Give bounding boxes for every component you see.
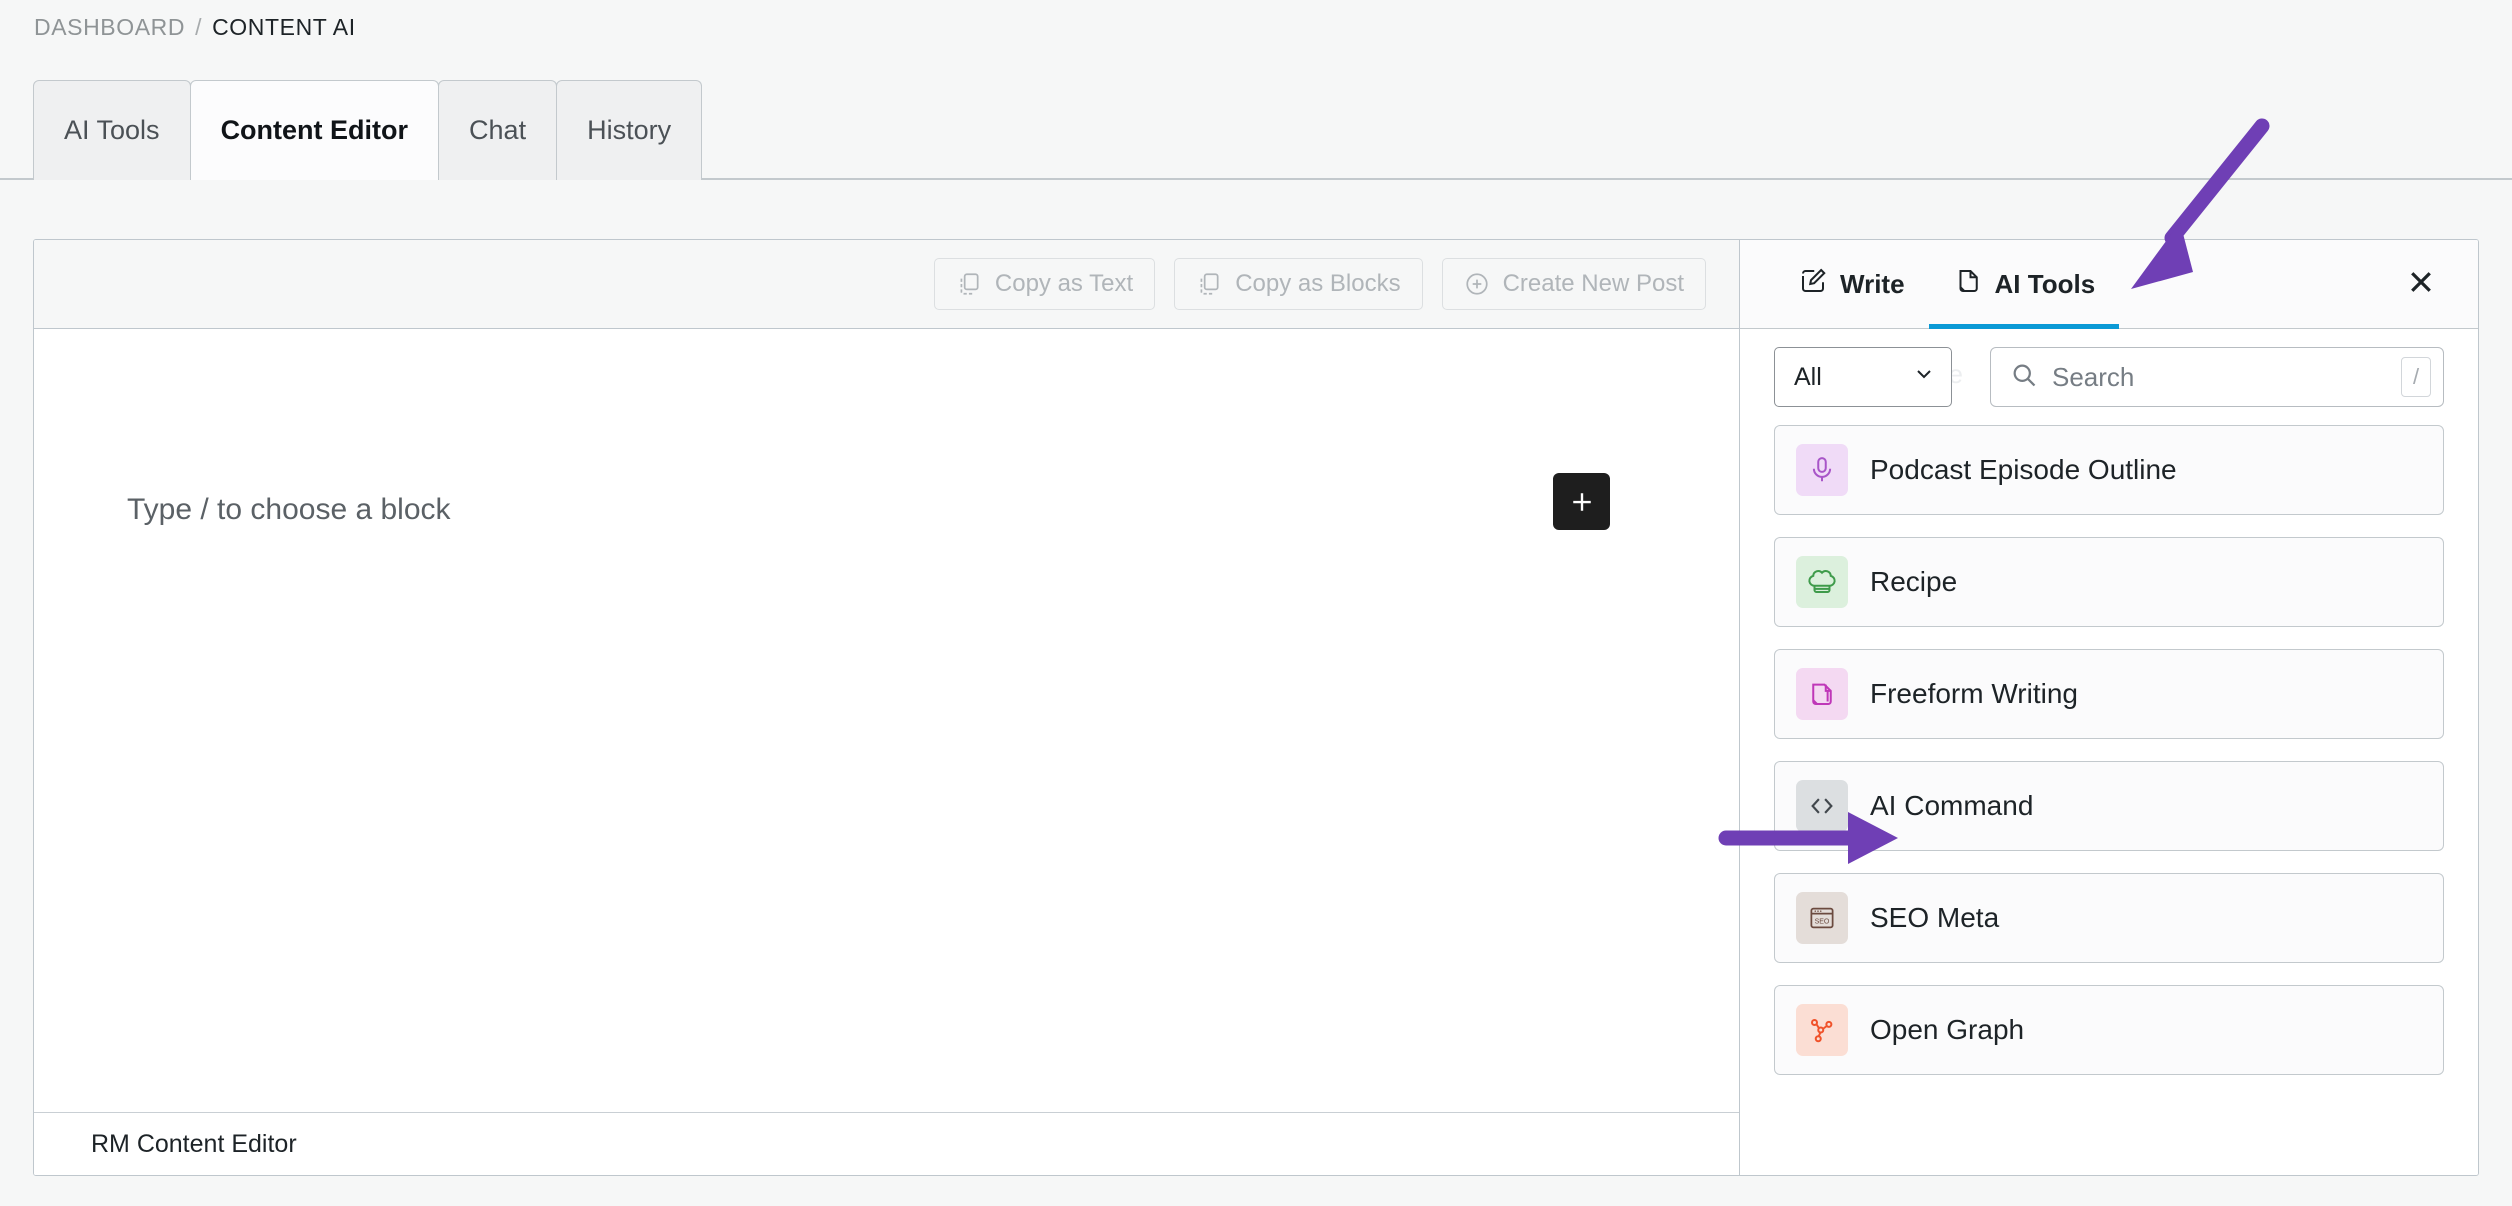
tool-list: Podcast Episode Outline Recipe Freeform … (1740, 425, 2478, 1175)
ai-panel-controls: be All / (1740, 329, 2478, 425)
main-tabstrip: AI Tools Content Editor Chat History (33, 80, 703, 180)
panel-tab-ai-tools-label: AI Tools (1994, 268, 2096, 299)
document-pen-icon (1796, 668, 1848, 720)
close-panel-button[interactable] (2394, 240, 2448, 328)
add-block-button[interactable] (1553, 473, 1610, 530)
tool-item-recipe[interactable]: Recipe (1774, 537, 2444, 627)
search-icon (2010, 361, 2038, 394)
editor-canvas[interactable]: Type / to choose a block (34, 329, 1739, 1112)
breadcrumb-separator: / (195, 14, 203, 40)
copy-icon (956, 271, 982, 297)
tab-content-editor[interactable]: Content Editor (189, 80, 440, 180)
editor-footer-label: RM Content Editor (91, 1129, 297, 1158)
copy-as-blocks-label: Copy as Blocks (1235, 270, 1401, 297)
tool-label: SEO Meta (1870, 902, 2000, 933)
tool-item-freeform-writing[interactable]: Freeform Writing (1774, 649, 2444, 739)
tool-item-podcast-episode-outline[interactable]: Podcast Episode Outline (1774, 425, 2444, 515)
content-editor-card: Copy as Text Copy as Blocks Create New P… (33, 239, 2479, 1176)
search-shortcut-badge: / (2401, 357, 2431, 397)
panel-tab-write[interactable]: Write (1774, 240, 1929, 328)
tool-type-filter[interactable]: All (1774, 347, 1952, 407)
svg-text:SEO: SEO (1815, 918, 1830, 925)
editor-toolbar: Copy as Text Copy as Blocks Create New P… (34, 240, 1739, 329)
breadcrumb-current: CONTENT AI (212, 14, 356, 40)
share-nodes-icon (1796, 1004, 1848, 1056)
tool-item-seo-meta[interactable]: SEO SEO Meta (1774, 873, 2444, 963)
breadcrumb: DASHBOARD / CONTENT AI (34, 14, 356, 41)
search-input[interactable] (2052, 361, 2387, 393)
chef-hat-icon (1796, 556, 1848, 608)
tool-item-ai-command[interactable]: AI Command (1774, 761, 2444, 851)
search-field-wrapper[interactable]: / (1990, 347, 2444, 407)
editor-footer: RM Content Editor (34, 1112, 1739, 1175)
create-new-post-label: Create New Post (1502, 270, 1684, 297)
plus-circle-icon (1464, 271, 1490, 297)
tool-label: Podcast Episode Outline (1870, 454, 2177, 485)
copy-icon (1196, 271, 1222, 297)
chevron-down-icon (1912, 362, 1936, 393)
tab-history[interactable]: History (556, 80, 703, 180)
ai-tools-panel: Write AI Tools All Search / Podcast Epis… (1740, 240, 2478, 1175)
tool-label: AI Command (1870, 790, 2034, 821)
tab-ai-tools[interactable]: AI Tools (33, 80, 191, 180)
tool-item-open-graph[interactable]: Open Graph (1774, 985, 2444, 1075)
copy-as-text-button[interactable]: Copy as Text (933, 258, 1156, 310)
create-new-post-button[interactable]: Create New Post (1441, 258, 1706, 310)
tool-label: Freeform Writing (1870, 678, 2078, 709)
tool-type-filter-value: All (1794, 362, 1822, 391)
microphone-icon (1796, 444, 1848, 496)
panel-tab-ai-tools[interactable]: AI Tools (1928, 240, 2120, 329)
plus-icon (1567, 487, 1597, 517)
ai-panel-header: Write AI Tools (1740, 240, 2478, 329)
write-icon (1798, 266, 1828, 303)
tool-label: Recipe (1870, 566, 1958, 597)
ai-tools-icon (1953, 266, 1983, 303)
tab-chat[interactable]: Chat (438, 80, 558, 180)
close-icon (2406, 267, 2436, 302)
copy-as-blocks-button[interactable]: Copy as Blocks (1174, 258, 1423, 310)
seo-window-icon: SEO (1796, 892, 1848, 944)
panel-tab-write-label: Write (1840, 268, 1905, 299)
block-placeholder: Type / to choose a block (127, 493, 451, 526)
breadcrumb-dashboard-link[interactable]: DASHBOARD (34, 14, 185, 41)
tool-label: Open Graph (1870, 1014, 2025, 1045)
code-icon (1796, 780, 1848, 832)
editor-column: Copy as Text Copy as Blocks Create New P… (34, 240, 1740, 1175)
copy-as-text-label: Copy as Text (994, 270, 1134, 297)
